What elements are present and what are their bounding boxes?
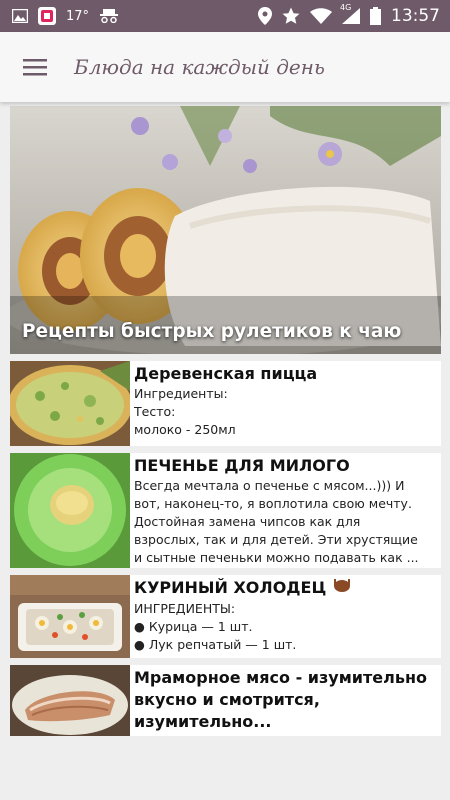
recipe-thumbnail (10, 665, 130, 736)
location-icon (258, 7, 272, 25)
recipe-title: КУРИНЫЙ ХОЛОДЕЦ (134, 577, 437, 600)
status-bar: 17° 4G 13:57 (0, 0, 450, 32)
recipe-card[interactable]: Деревенская пицца Ингредиенты: Тесто: мо… (10, 361, 441, 446)
recipe-description-line: взрослых, так и для детей. Эти хрустящие (134, 532, 418, 547)
featured-recipe-image (10, 106, 441, 354)
recipe-description: Всегда мечтала о печенье с мясом...))) И… (134, 477, 437, 567)
app-bar: Блюда на каждый день (0, 32, 450, 102)
recipe-description-line: ● Курица — 1 шт. (134, 619, 253, 634)
wifi-icon (310, 8, 332, 24)
recipe-thumbnail (10, 361, 130, 446)
recipe-title: ПЕЧЕНЬЕ ДЛЯ МИЛОГО (134, 456, 350, 475)
recipe-description-line: Достойная замена чипсов как для (134, 514, 361, 529)
recipe-description-line: Ингредиенты: (134, 386, 228, 401)
recipe-description-line: молоко - 250мл (134, 422, 236, 437)
recipe-description-line: вот, наконец-то, я воплотила свою мечту. (134, 496, 412, 511)
app-title: Блюда на каждый день (74, 55, 325, 79)
network-type-label: 4G (340, 3, 352, 12)
recipe-description-line: Тесто: (134, 404, 176, 419)
app-notification-icon (38, 7, 56, 25)
roast-chicken-icon (332, 579, 352, 597)
recipe-description-line: ● Лук репчатый — 1 шт. (134, 637, 297, 652)
menu-button[interactable] (0, 32, 70, 102)
recipe-card[interactable]: Мраморное мясо - изумительно вкусно и см… (10, 665, 441, 736)
recipe-thumbnail (10, 575, 130, 658)
hamburger-menu-icon (23, 59, 47, 76)
recipe-title: Деревенская пицца (134, 364, 318, 383)
featured-recipe-title: Рецепты быстрых рулетиков к чаю (22, 321, 402, 342)
signal-icon: 4G (340, 3, 360, 24)
gallery-icon (12, 9, 28, 23)
recipe-description-line: Всегда мечтала о печенье с мясом...))) И (134, 478, 405, 493)
recipe-card[interactable]: ПЕЧЕНЬЕ ДЛЯ МИЛОГО Всегда мечтала о пече… (10, 453, 441, 568)
recipe-description-line: ИНГРЕДИЕНТЫ: (134, 601, 236, 616)
temperature-label: 17° (66, 8, 90, 24)
incognito-icon (99, 9, 119, 23)
recipe-description-line: и сытные печеньки можно подавать как ... (134, 550, 419, 565)
recipe-card[interactable]: КУРИНЫЙ ХОЛОДЕЦ ИНГРЕДИЕНТЫ: ● Курица — … (10, 575, 441, 658)
recipe-description: Ингредиенты: Тесто: молоко - 250мл (134, 385, 437, 439)
featured-recipe-card[interactable]: Рецепты быстрых рулетиков к чаю (10, 106, 441, 354)
battery-icon (370, 7, 381, 25)
star-icon (282, 7, 300, 25)
recipe-thumbnail (10, 453, 130, 568)
recipe-title: Мраморное мясо - изумительно вкусно и см… (134, 668, 428, 731)
recipe-description: ИНГРЕДИЕНТЫ: ● Курица — 1 шт. ● Лук репч… (134, 600, 437, 654)
clock: 13:57 (391, 6, 440, 26)
